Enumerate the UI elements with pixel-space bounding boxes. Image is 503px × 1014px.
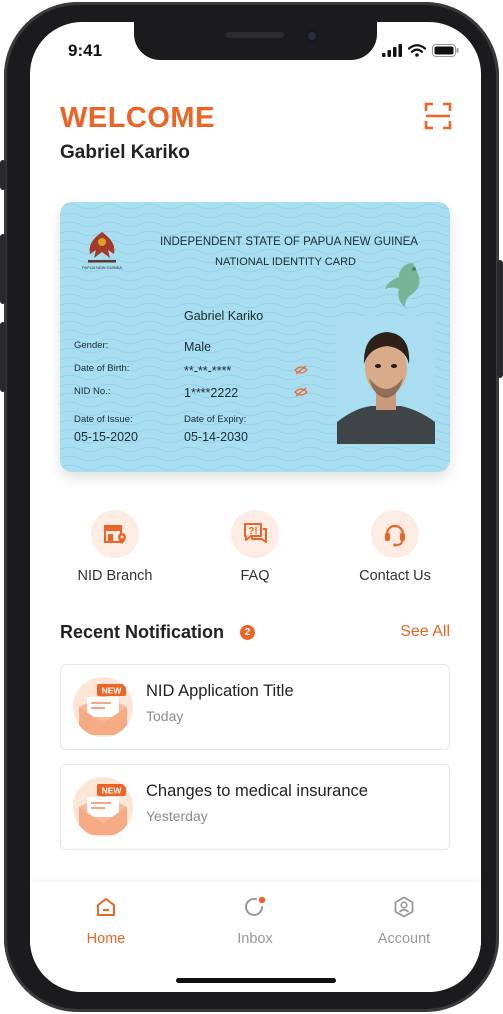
notch	[134, 22, 377, 60]
new-badge-text: NEW	[102, 686, 123, 696]
home-icon	[97, 898, 115, 916]
nid-branch-icon-circle	[91, 510, 139, 558]
notification-title: NID Application Title	[146, 682, 294, 700]
new-mail-icon: NEW	[73, 677, 133, 737]
gender-label: Gender:	[74, 340, 109, 351]
home-indicator[interactable]	[176, 978, 336, 983]
eye-hidden-icon[interactable]	[294, 387, 308, 397]
issue-date-label: Date of Issue:	[74, 414, 133, 425]
notification-date: Yesterday	[146, 808, 208, 824]
eye-hidden-icon[interactable]	[294, 365, 308, 375]
nid-value: 1****2222	[184, 386, 239, 400]
power-button	[497, 260, 503, 378]
national-id-card[interactable]: PAPUA NEW GUINEA INDEPENDENT STATE OF PA…	[60, 202, 450, 472]
card-title: INDEPENDENT STATE OF PAPUA NEW GUINEA	[160, 236, 418, 248]
recent-notification-title: Recent Notification	[60, 622, 225, 642]
volume-down-button	[0, 322, 6, 392]
card-subtitle: NATIONAL IDENTITY CARD	[215, 256, 356, 268]
issue-date-value: 05-15-2020	[74, 430, 138, 444]
contact-us-button[interactable]: Contact Us	[335, 510, 455, 584]
status-time: 9:41	[68, 41, 103, 60]
wifi-icon	[408, 44, 426, 57]
front-camera	[305, 29, 319, 43]
card-holder-name: Gabriel Kariko	[184, 309, 264, 323]
expiry-date-value: 05-14-2030	[184, 430, 248, 444]
png-emblem-icon: PAPUA NEW GUINEA	[82, 232, 122, 270]
nid-branch-button[interactable]: NID Branch	[55, 510, 175, 584]
inbox-icon	[245, 896, 266, 916]
bottom-tab-bar: Home Inbox Account	[30, 882, 481, 992]
contact-us-label: Contact Us	[359, 568, 431, 584]
tab-inbox-label: Inbox	[237, 931, 273, 947]
screen: 9:41 WELCOME Gabriel Kariko PAPUA NEW GU…	[30, 22, 481, 992]
branch-location-icon	[104, 525, 126, 544]
faq-icon-circle: ?!	[231, 510, 279, 558]
gender-value: Male	[184, 340, 212, 354]
bird-of-paradise-icon	[385, 263, 420, 307]
dob-label: Date of Birth:	[74, 363, 130, 374]
speaker-grille	[226, 32, 284, 38]
scan-icon[interactable]	[424, 102, 452, 130]
new-mail-icon: NEW	[73, 777, 133, 837]
phone-frame: 9:41 WELCOME Gabriel Kariko PAPUA NEW GU…	[0, 2, 503, 1012]
tab-account[interactable]: Account	[359, 896, 449, 947]
nid-label: NID No.:	[74, 386, 111, 397]
battery-icon	[432, 44, 459, 57]
account-icon	[394, 896, 414, 918]
status-icons	[382, 44, 459, 57]
svg-text:?!: ?!	[248, 526, 257, 537]
holder-photo	[337, 316, 435, 444]
volume-up-button	[0, 234, 6, 304]
notification-count-badge: 2	[240, 625, 255, 640]
notification-date: Today	[146, 708, 184, 724]
notification-item[interactable]: NEW NID Application Title Today	[60, 664, 450, 750]
nid-branch-label: NID Branch	[77, 568, 153, 584]
tab-home-label: Home	[86, 931, 126, 947]
user-name: Gabriel Kariko	[60, 142, 190, 163]
tab-home[interactable]: Home	[61, 896, 151, 947]
notification-item[interactable]: NEW Changes to medical insurance Yesterd…	[60, 764, 450, 850]
faq-label: FAQ	[240, 568, 270, 584]
faq-button[interactable]: ?! FAQ	[195, 510, 315, 584]
expiry-date-label: Date of Expiry:	[184, 414, 247, 425]
tab-inbox[interactable]: Inbox	[210, 896, 300, 947]
faq-icon: ?!	[244, 523, 267, 543]
tab-account-label: Account	[377, 931, 431, 947]
signal-icon	[382, 44, 402, 57]
contact-us-icon-circle	[371, 510, 419, 558]
emblem-text: PAPUA NEW GUINEA	[82, 265, 122, 270]
mute-switch	[0, 160, 6, 190]
new-badge-text: NEW	[102, 786, 123, 796]
headset-icon	[385, 524, 405, 547]
notification-title: Changes to medical insurance	[146, 782, 368, 800]
welcome-heading: WELCOME	[60, 102, 215, 134]
see-all-link[interactable]: See All	[400, 623, 450, 641]
dob-value: **-**-****	[184, 364, 232, 378]
